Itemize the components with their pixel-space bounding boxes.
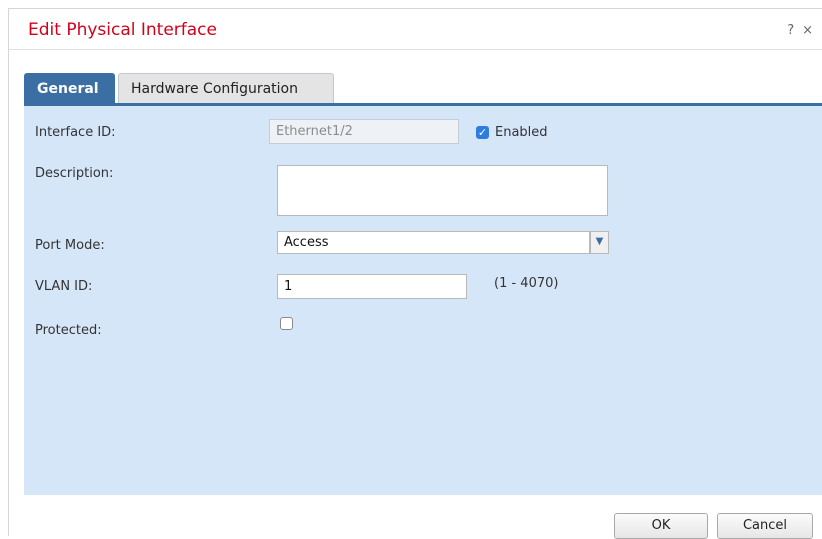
vlan-id-input[interactable] [277,274,467,299]
close-icon[interactable]: × [802,23,821,38]
enabled-checkbox[interactable]: ✓ [476,126,489,139]
tab-general[interactable]: General [24,73,115,103]
cancel-button[interactable]: Cancel [717,513,813,539]
chevron-down-icon[interactable]: ▼ [590,231,609,254]
vlan-range-hint: (1 - 4070) [494,276,559,291]
description-label: Description: [35,166,114,181]
protected-checkbox[interactable] [280,317,293,330]
title-divider [9,49,822,50]
enabled-label: Enabled [495,125,548,140]
tab-hardware-configuration[interactable]: Hardware Configuration [118,73,334,103]
dialog-title-actions: ?× [787,23,821,38]
help-icon[interactable]: ? [787,23,802,38]
general-panel: Interface ID: ✓ Enabled Description: Por… [24,103,822,495]
protected-label: Protected: [35,323,102,338]
vlan-id-label: VLAN ID: [35,279,93,294]
interface-id-label: Interface ID: [35,125,116,140]
interface-id-input [269,119,459,144]
description-textarea[interactable] [277,165,608,216]
port-mode-label: Port Mode: [35,238,105,253]
dialog-title: Edit Physical Interface [28,20,217,40]
port-mode-select[interactable]: Access [277,231,590,254]
edit-physical-interface-dialog: Edit Physical Interface ?× General Hardw… [8,8,822,539]
ok-button[interactable]: OK [614,513,708,539]
